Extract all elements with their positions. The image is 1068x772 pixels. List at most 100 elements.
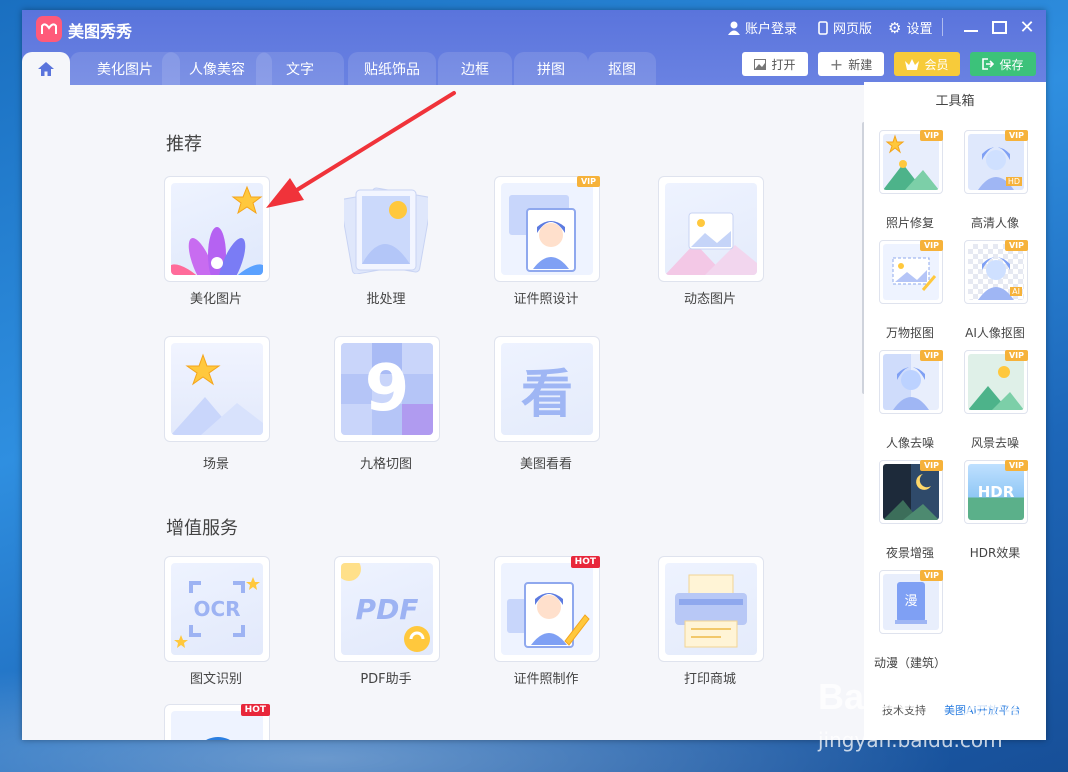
- id-photo-make-thumbnail-icon: [501, 563, 593, 655]
- tool-hd-portrait[interactable]: HD VIP: [964, 130, 1028, 194]
- watermark-brand: Baidu: [818, 676, 919, 717]
- night-enhance-icon: [883, 464, 939, 520]
- hdr-icon: HDR: [968, 464, 1024, 520]
- printer-thumbnail-icon: [665, 563, 757, 655]
- beautify-thumbnail-icon: [171, 183, 263, 275]
- tool-night-enhance[interactable]: VIP: [879, 460, 943, 524]
- nine-glyph: 9: [364, 352, 410, 426]
- tool-landscape-denoise[interactable]: VIP: [964, 350, 1028, 414]
- pdf-glyph: PDF: [355, 592, 419, 626]
- hot-badge: HOT: [570, 556, 600, 568]
- new-button[interactable]: + 新建: [818, 52, 884, 76]
- ai-portrait-cutout-icon: AI: [968, 244, 1024, 300]
- hot-badge: HOT: [240, 704, 270, 716]
- man-glyph: 漫: [904, 593, 918, 609]
- card-pdf-assistant[interactable]: PDF: [334, 556, 440, 662]
- nine-grid-thumbnail-icon: 9: [341, 343, 433, 435]
- app-window: 美图秀秀 账户登录 网页版 ⚙ 设置 ✕ 美化图片 人像美容 文字 贴纸饰品 边…: [22, 10, 1046, 740]
- paw-icon: [934, 680, 974, 720]
- tab-frames[interactable]: 边框: [438, 52, 512, 85]
- card-meitu-viewer[interactable]: 看: [494, 336, 600, 442]
- kan-glyph: 看: [520, 364, 573, 425]
- tool-night-enhance-label: 夜景增强: [885, 546, 934, 560]
- landscape-denoise-icon: [968, 354, 1024, 410]
- meitu-viewer-thumbnail-icon: 看: [501, 343, 593, 435]
- close-button[interactable]: ✕: [1016, 16, 1038, 38]
- card-nine-grid[interactable]: 9: [334, 336, 440, 442]
- image-icon: [754, 58, 767, 70]
- card-id-photo-make[interactable]: HOT: [494, 556, 600, 662]
- vip-button[interactable]: 会员: [894, 52, 960, 76]
- card-ocr-label: 图文识别: [189, 672, 242, 687]
- card-nine-grid-label: 九格切图: [359, 457, 412, 472]
- app-title: 美图秀秀: [68, 22, 133, 41]
- save-label: 保存: [999, 57, 1024, 72]
- export-icon: [982, 58, 995, 70]
- minimize-icon: [964, 30, 978, 32]
- card-meitu-viewer-label: 美图看看: [519, 457, 572, 472]
- card-id-photo-design[interactable]: VIP: [494, 176, 600, 282]
- id-photo-design-thumbnail-icon: [501, 183, 593, 275]
- close-icon: ✕: [1019, 16, 1035, 38]
- animated-photo-thumbnail-icon: [665, 183, 757, 275]
- section-title-value-added: 增值服务: [166, 518, 238, 539]
- tab-stickers[interactable]: 贴纸饰品: [348, 52, 436, 85]
- card-ocr[interactable]: OCR: [164, 556, 270, 662]
- ocr-glyph: OCR: [193, 597, 241, 621]
- maximize-button[interactable]: [988, 16, 1010, 38]
- tool-hd-portrait-label: 高清人像: [970, 216, 1019, 230]
- card-batch[interactable]: [334, 176, 438, 280]
- tab-home[interactable]: [22, 52, 70, 85]
- tool-ai-portrait-cutout-label: AI人像抠图: [965, 326, 1025, 340]
- card-print-shop[interactable]: [658, 556, 764, 662]
- save-button[interactable]: 保存: [970, 52, 1036, 76]
- tab-text[interactable]: 文字: [256, 52, 344, 85]
- ai-tag: AI: [1010, 287, 1022, 296]
- tool-landscape-denoise-label: 风景去噪: [970, 436, 1019, 450]
- card-animated-photo[interactable]: [658, 176, 764, 282]
- card-pdf-assistant-label: PDF助手: [360, 672, 412, 687]
- settings-label: 设置: [906, 22, 933, 37]
- tool-hdr[interactable]: HDR VIP: [964, 460, 1028, 524]
- vip-badge: VIP: [1004, 350, 1028, 361]
- tool-anime-building[interactable]: 漫 VIP: [879, 570, 943, 634]
- home-icon: [38, 61, 54, 76]
- crown-icon: [905, 58, 920, 70]
- main-tabs: 美化图片 人像美容 文字 贴纸饰品 边框 拼图 抠图: [22, 52, 722, 85]
- minimize-button[interactable]: [960, 16, 982, 38]
- hd-portrait-icon: HD: [968, 134, 1024, 190]
- tool-portrait-denoise[interactable]: VIP: [879, 350, 943, 414]
- vip-badge: VIP: [1004, 460, 1028, 471]
- portrait-denoise-icon: [883, 354, 939, 410]
- tool-photo-repair[interactable]: VIP: [879, 130, 943, 194]
- title-bar: 美图秀秀 账户登录 网页版 ⚙ 设置 ✕ 美化图片 人像美容 文字 贴纸饰品 边…: [22, 10, 1046, 85]
- account-login-link[interactable]: 账户登录: [728, 18, 797, 37]
- vip-badge: VIP: [919, 240, 943, 251]
- hd-tag: HD: [1005, 177, 1022, 186]
- tool-object-cutout[interactable]: VIP: [879, 240, 943, 304]
- card-beautify-photo[interactable]: [164, 176, 270, 282]
- settings-link[interactable]: ⚙ 设置: [888, 18, 933, 38]
- vip-badge: VIP: [919, 570, 943, 581]
- toolbox-title: 工具箱: [935, 94, 975, 109]
- user-icon: [728, 21, 740, 35]
- watermark-cn: 经验: [974, 688, 1034, 723]
- app-logo-icon: [36, 16, 62, 42]
- object-cutout-icon: [883, 244, 939, 300]
- card-print-shop-label: 打印商城: [683, 672, 736, 687]
- card-animated-photo-label: 动态图片: [683, 292, 736, 307]
- card-scene[interactable]: [164, 336, 270, 442]
- tool-hdr-label: HDR效果: [969, 546, 1021, 560]
- vip-badge: VIP: [919, 350, 943, 361]
- tab-cutout[interactable]: 抠图: [588, 52, 656, 85]
- tab-collage[interactable]: 拼图: [514, 52, 588, 85]
- hdr-glyph: HDR: [977, 483, 1015, 501]
- watermark-url: jingyan.baidu.com: [818, 728, 1003, 752]
- tool-ai-portrait-cutout[interactable]: AI VIP: [964, 240, 1028, 304]
- section-title-recommended: 推荐: [166, 134, 202, 155]
- card-more-partial[interactable]: HOT: [164, 704, 270, 740]
- account-login-label: 账户登录: [745, 22, 798, 37]
- web-version-link[interactable]: 网页版: [818, 18, 872, 37]
- open-label: 打开: [771, 57, 796, 72]
- open-button[interactable]: 打开: [742, 52, 808, 76]
